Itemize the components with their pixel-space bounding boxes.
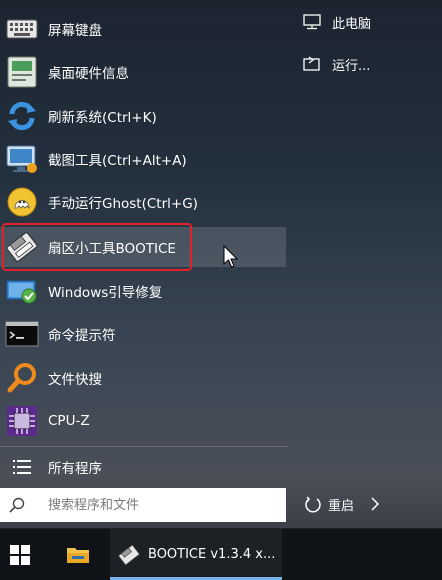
taskbar-bootice-button[interactable]: BOOTICE v1.3.4 x... [110, 529, 282, 580]
menu-item-label: 截图工具(Ctrl+Alt+A) [48, 153, 187, 169]
power-icon [304, 495, 322, 513]
hardware-info-icon [4, 54, 40, 90]
file-explorer-button[interactable] [58, 529, 98, 580]
menu-item-label: 手动运行Ghost(Ctrl+G) [48, 196, 198, 212]
file-search-icon [4, 360, 40, 396]
run-icon [300, 56, 324, 72]
search-box[interactable] [0, 488, 286, 522]
restart-label: 重启 [328, 498, 355, 514]
computer-icon [300, 14, 324, 30]
menu-item-label: 刷新系统(Ctrl+K) [48, 110, 157, 126]
windows-logo-icon [10, 544, 30, 565]
menu-item-command-prompt[interactable]: 命令提示符 [0, 314, 286, 354]
all-programs-label: 所有程序 [48, 461, 102, 477]
refresh-icon [4, 98, 40, 134]
highlight-frame [2, 223, 192, 271]
run-link[interactable]: 运行... [300, 50, 370, 78]
cmd-icon [4, 316, 40, 352]
menu-item-screen-keyboard[interactable]: 屏幕键盘 [0, 9, 286, 49]
menu-item-label: 文件快搜 [48, 372, 102, 388]
taskbar-task-label: BOOTICE v1.3.4 x... [148, 547, 276, 562]
folder-icon [66, 545, 90, 565]
menu-item-label: Windows引导修复 [48, 285, 163, 301]
menu-item-cpu-z[interactable]: CPU-Z [0, 401, 286, 441]
menu-item-file-search[interactable]: 文件快搜 [0, 358, 286, 398]
start-button[interactable] [0, 529, 40, 580]
menu-item-label: 屏幕键盘 [48, 23, 102, 39]
this-pc-label: 此电脑 [332, 16, 372, 32]
menu-item-ghost[interactable]: 手动运行Ghost(Ctrl+G) [0, 182, 286, 222]
start-menu-left-panel: 屏幕键盘 桌面硬件信息 刷新系统(Ctrl+K) 截图工具(Ctrl+Alt+A… [0, 0, 288, 528]
menu-item-screenshot-tool[interactable]: 截图工具(Ctrl+Alt+A) [0, 139, 286, 179]
menu-item-boot-repair[interactable]: Windows引导修复 [0, 271, 286, 311]
all-programs-button[interactable]: 所有程序 [0, 447, 286, 487]
menu-item-label: CPU-Z [48, 413, 90, 429]
menu-item-label: 桌面硬件信息 [48, 66, 129, 82]
cpu-z-icon [4, 403, 40, 439]
search-input[interactable] [46, 496, 280, 514]
run-label: 运行... [332, 58, 371, 74]
mouse-cursor-icon [223, 244, 239, 273]
menu-item-label: 命令提示符 [48, 328, 116, 344]
keyboard-icon [4, 11, 40, 47]
this-pc-link[interactable]: 此电脑 [300, 8, 371, 36]
bootice-taskbar-icon [118, 544, 140, 566]
ghost-icon [4, 184, 40, 220]
screenshot-icon [4, 141, 40, 177]
restart-button[interactable]: 重启 [304, 490, 380, 518]
menu-item-hardware-info[interactable]: 桌面硬件信息 [0, 52, 286, 92]
menu-item-refresh-system[interactable]: 刷新系统(Ctrl+K) [0, 96, 286, 136]
search-icon [0, 488, 34, 522]
list-icon [4, 449, 40, 485]
chevron-right-icon[interactable] [370, 497, 380, 511]
taskbar: BOOTICE v1.3.4 x... [0, 528, 442, 580]
boot-repair-icon [4, 273, 40, 309]
